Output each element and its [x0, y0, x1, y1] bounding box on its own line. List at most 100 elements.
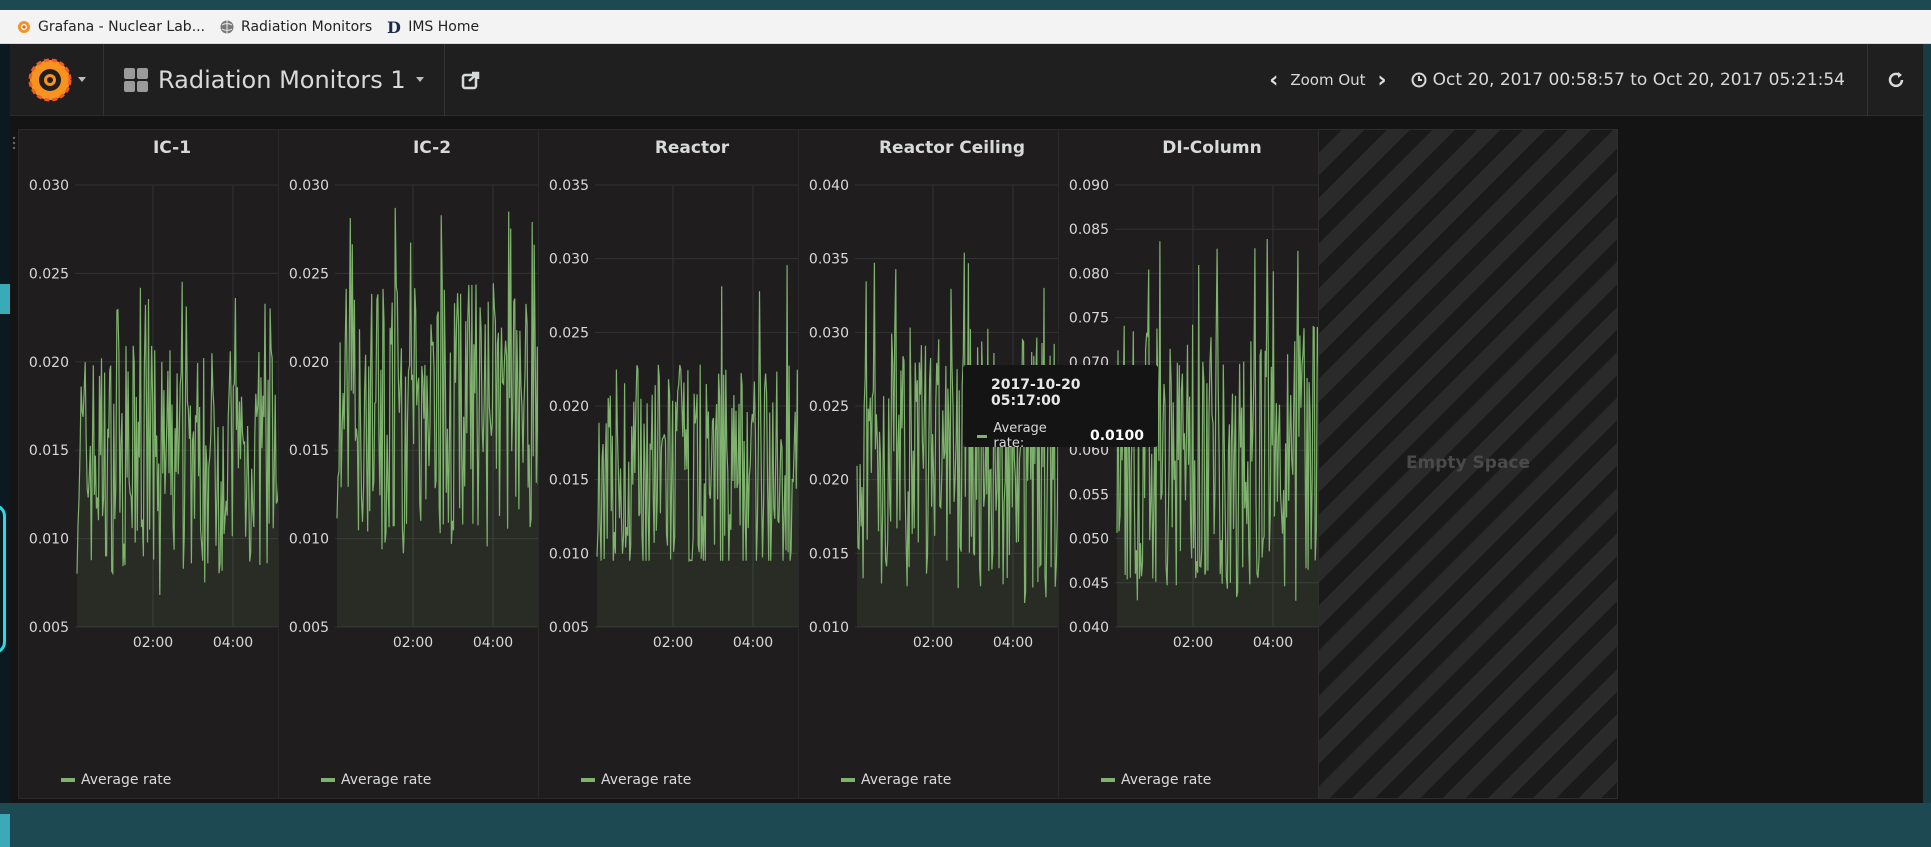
y-tick-label: 0.015: [549, 473, 589, 489]
y-tick-label: 0.025: [29, 266, 69, 282]
time-controls: ‹ Zoom Out › Oct 20, 2017 00:58:57 to Oc…: [1257, 44, 1923, 116]
y-tick-label: 0.045: [1069, 576, 1109, 592]
empty-space-label: Empty Space: [1405, 453, 1531, 473]
y-tick-label: 0.025: [289, 266, 329, 282]
window-top-strip: [0, 0, 1931, 10]
y-tick-label: 0.010: [289, 532, 329, 548]
tooltip-series: Average rate:: [993, 421, 1047, 451]
x-tick-label: 02:00: [653, 635, 693, 651]
x-tick-label: 02:00: [133, 635, 173, 651]
share-icon: [461, 71, 479, 89]
chevron-right-icon[interactable]: ›: [1366, 68, 1399, 93]
y-tick-label: 0.030: [289, 178, 329, 194]
y-tick-label: 0.050: [1069, 532, 1109, 548]
refresh-button[interactable]: [1867, 44, 1923, 116]
chevron-down-icon: [415, 77, 424, 82]
legend-swatch: [61, 778, 75, 782]
y-tick-label: 0.030: [809, 325, 849, 341]
y-tick-label: 0.040: [1069, 620, 1109, 636]
bookmark-label: IMS Home: [408, 18, 480, 35]
x-tick-label: 04:00: [733, 635, 773, 651]
edge-strip: [0, 814, 10, 847]
bookmarks-bar: Grafana - Nuclear Lab... Radiation Monit…: [0, 10, 1931, 44]
top-navbar: Radiation Monitors 1 ‹ Zoom Out › Oct 20…: [10, 43, 1923, 116]
window-right-edge: [1923, 44, 1931, 803]
edge-glow: [0, 504, 6, 654]
clock-icon: [1411, 72, 1427, 88]
bookmark-grafana[interactable]: Grafana - Nuclear Lab...: [16, 19, 205, 35]
y-tick-label: 0.085: [1069, 222, 1109, 238]
time-range-picker[interactable]: Oct 20, 2017 00:58:57 to Oct 20, 2017 05…: [1399, 70, 1867, 90]
bookmark-label: Radiation Monitors: [241, 18, 373, 35]
dashboard-picker[interactable]: Radiation Monitors 1: [104, 43, 445, 116]
time-range-label: Oct 20, 2017 00:58:57 to Oct 20, 2017 05…: [1432, 70, 1845, 90]
y-tick-label: 0.035: [809, 252, 849, 268]
y-tick-label: 0.030: [29, 178, 69, 194]
x-tick-label: 04:00: [993, 635, 1033, 651]
bookmark-radiation-monitors[interactable]: Radiation Monitors: [219, 19, 372, 35]
empty-space-panel: Empty Space: [1318, 129, 1618, 799]
y-tick-label: 0.005: [289, 620, 329, 636]
tooltip-swatch: [977, 434, 988, 438]
globe-icon: [220, 20, 234, 33]
edge-strip: [0, 284, 10, 314]
x-tick-label: 02:00: [1173, 635, 1213, 651]
y-tick-label: 0.055: [1069, 487, 1109, 503]
legend-label: Average rate: [341, 772, 432, 788]
share-button[interactable]: [445, 44, 497, 116]
legend-label: Average rate: [81, 772, 172, 788]
legend-item[interactable]: Average rate: [321, 772, 431, 788]
y-tick-label: 0.015: [29, 443, 69, 459]
y-tick-label: 0.020: [549, 399, 589, 415]
tooltip-value: 0.0100: [1089, 428, 1144, 444]
y-tick-label: 0.020: [809, 473, 849, 489]
legend-item[interactable]: Average rate: [1101, 772, 1211, 788]
bookmark-ims-home[interactable]: D IMS Home: [386, 19, 479, 35]
grid-icon: [124, 67, 148, 92]
legend-label: Average rate: [601, 772, 692, 788]
tooltip-row: Average rate: 0.0100: [977, 421, 1144, 451]
drag-handle-icon[interactable]: [12, 136, 16, 156]
y-tick-label: 0.010: [29, 532, 69, 548]
legend-swatch: [841, 778, 855, 782]
dashboard-title: Radiation Monitors 1: [158, 65, 406, 94]
x-tick-label: 04:00: [213, 635, 253, 651]
refresh-icon: [1888, 72, 1903, 88]
y-tick-label: 0.010: [809, 620, 849, 636]
d-logo-icon: D: [387, 19, 401, 35]
y-tick-label: 0.010: [549, 546, 589, 562]
zoom-out-button[interactable]: Zoom Out: [1290, 71, 1365, 89]
legend-swatch: [321, 778, 335, 782]
y-tick-label: 0.005: [29, 620, 69, 636]
grafana-icon: [18, 20, 30, 33]
y-tick-label: 0.025: [809, 399, 849, 415]
y-tick-label: 0.020: [29, 355, 69, 371]
y-tick-label: 0.015: [809, 546, 849, 562]
svg-text:D: D: [387, 19, 401, 35]
legend-item[interactable]: Average rate: [581, 772, 691, 788]
graph-tooltip: 2017-10-20 05:17:00 Average rate: 0.0100: [963, 365, 1158, 451]
y-tick-label: 0.035: [549, 178, 589, 194]
legend-item[interactable]: Average rate: [841, 772, 951, 788]
legend-label: Average rate: [1121, 772, 1212, 788]
legend-swatch: [1101, 778, 1115, 782]
y-tick-label: 0.080: [1069, 266, 1109, 282]
x-tick-label: 02:00: [393, 635, 433, 651]
window-left-edge: [0, 44, 10, 847]
y-tick-label: 0.015: [289, 443, 329, 459]
tooltip-time: 2017-10-20 05:17:00: [991, 377, 1081, 409]
chevron-down-icon: [77, 77, 86, 82]
y-tick-label: 0.005: [549, 620, 589, 636]
x-tick-label: 04:00: [473, 635, 513, 651]
legend-item[interactable]: Average rate: [61, 772, 171, 788]
y-tick-label: 0.020: [289, 355, 329, 371]
y-tick-label: 0.040: [809, 178, 849, 194]
x-tick-label: 02:00: [913, 635, 953, 651]
grafana-logo-icon: [28, 58, 71, 101]
grafana-menu-button[interactable]: [10, 43, 104, 116]
x-tick-label: 04:00: [1253, 635, 1293, 651]
y-tick-label: 0.090: [1069, 178, 1109, 194]
chevron-left-icon[interactable]: ‹: [1257, 68, 1290, 93]
legend-label: Average rate: [861, 772, 952, 788]
y-tick-label: 0.030: [549, 252, 589, 268]
